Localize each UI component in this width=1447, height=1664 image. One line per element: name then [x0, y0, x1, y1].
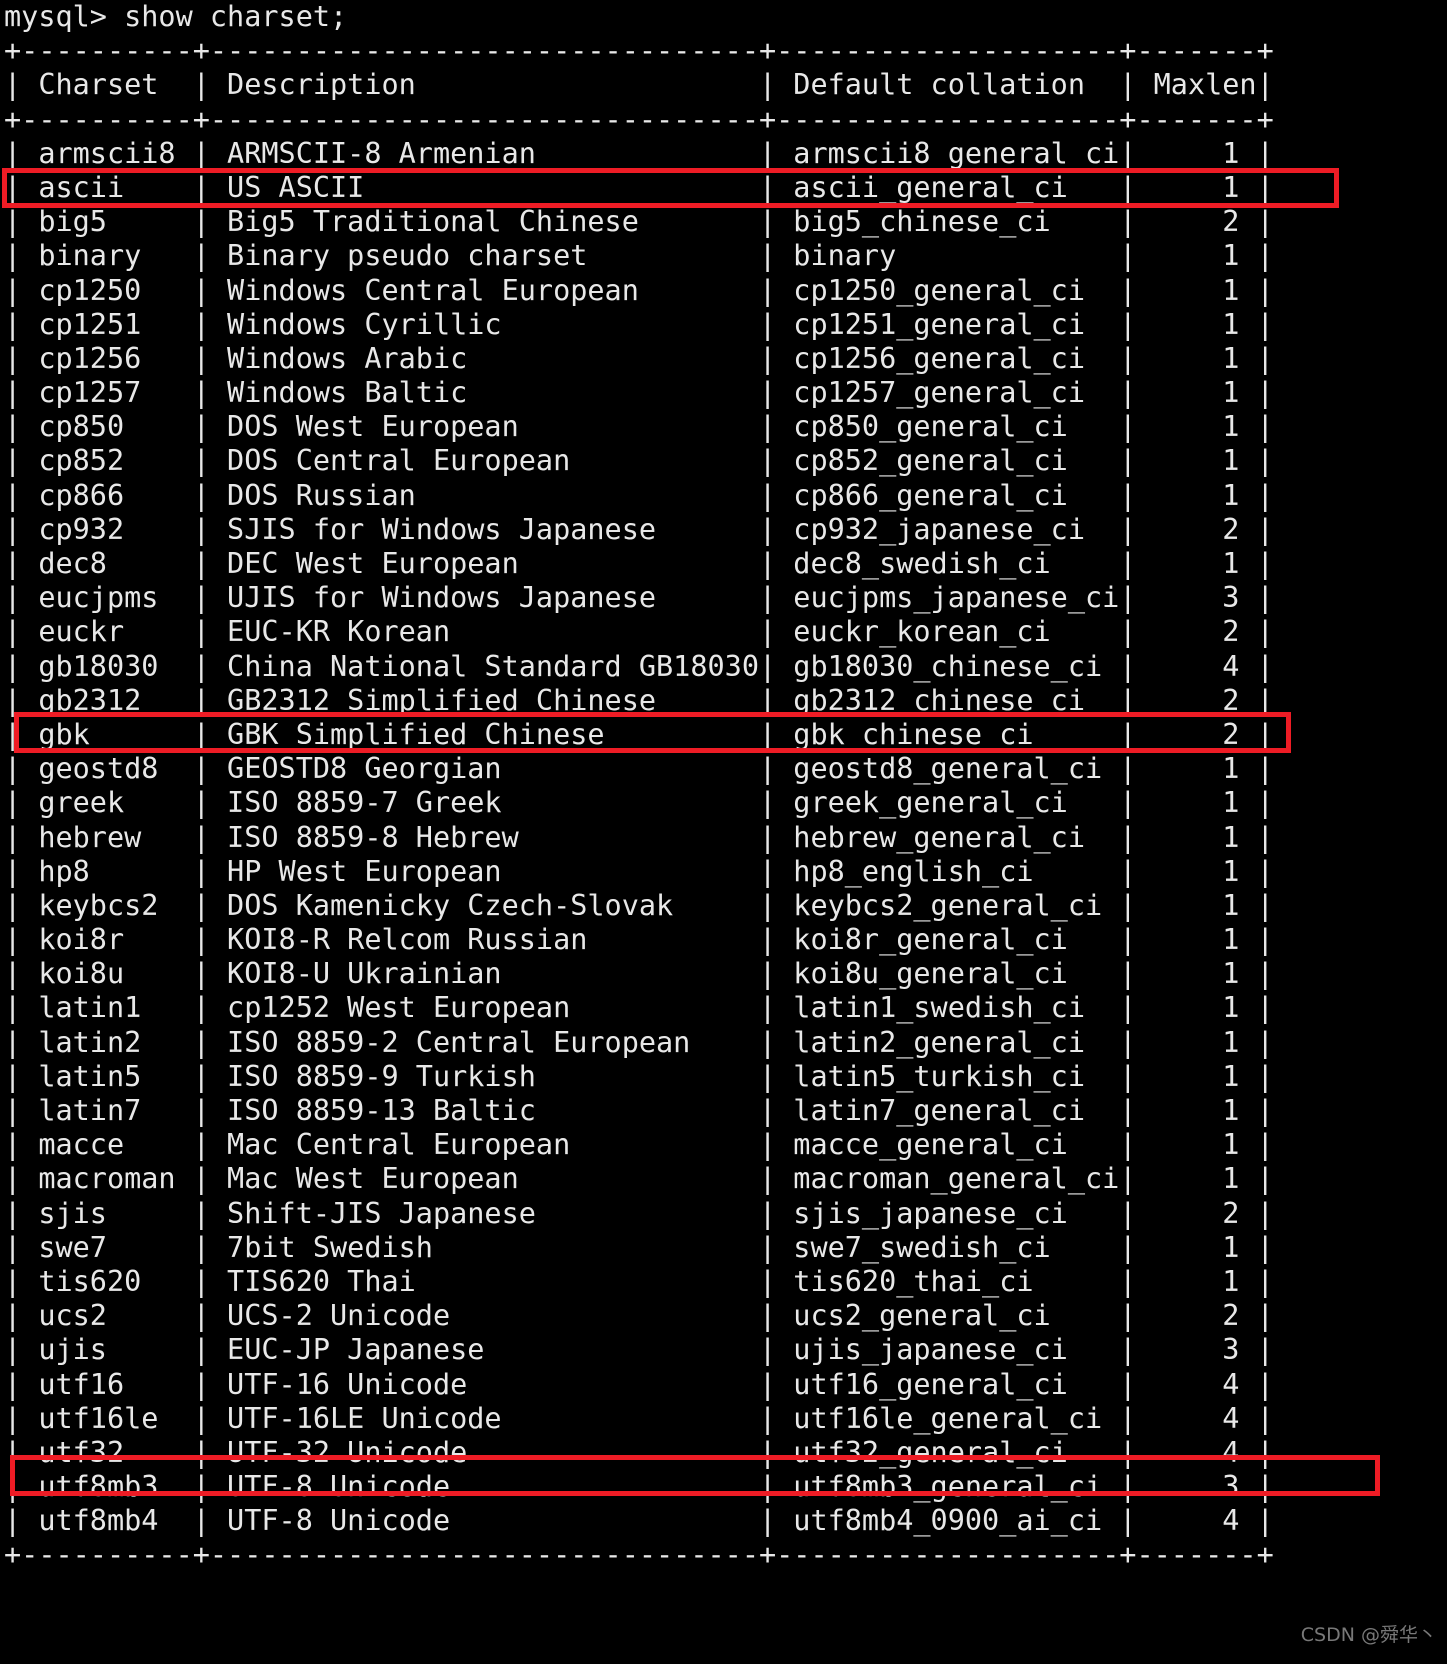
- table-row: | utf8mb4 | UTF-8 Unicode | utf8mb4_0900…: [4, 1504, 1274, 1538]
- csdn-watermark: CSDN @舜华丶: [1300, 1623, 1437, 1646]
- table-row: | macce | Mac Central European | macce_g…: [4, 1128, 1274, 1162]
- table-rule-bottom: +----------+----------------------------…: [4, 1538, 1274, 1572]
- table-row: | eucjpms | UJIS for Windows Japanese | …: [4, 581, 1274, 615]
- table-row: | cp1256 | Windows Arabic | cp1256_gener…: [4, 341, 1274, 375]
- table-row: | armscii8 | ARMSCII-8 Armenian | armsci…: [4, 136, 1274, 170]
- table-row: | cp866 | DOS Russian | cp866_general_ci…: [4, 478, 1274, 512]
- table-row: | ujis | EUC-JP Japanese | ujis_japanese…: [4, 1333, 1274, 1367]
- table-rule-header: +----------+----------------------------…: [4, 102, 1274, 136]
- table-row: | swe7 | 7bit Swedish | swe7_swedish_ci …: [4, 1230, 1274, 1264]
- table-row: | binary | Binary pseudo charset | binar…: [4, 239, 1274, 273]
- terminal-window: mysql> show charset; +----------+-------…: [0, 0, 1447, 1664]
- table-row: | euckr | EUC-KR Korean | euckr_korean_c…: [4, 615, 1274, 649]
- table-row: | tis620 | TIS620 Thai | tis620_thai_ci …: [4, 1264, 1274, 1298]
- table-row: | ucs2 | UCS-2 Unicode | ucs2_general_ci…: [4, 1299, 1274, 1333]
- table-row: | utf16 | UTF-16 Unicode | utf16_general…: [4, 1367, 1274, 1401]
- table-row: | geostd8 | GEOSTD8 Georgian | geostd8_g…: [4, 752, 1274, 786]
- table-row: | keybcs2 | DOS Kamenicky Czech-Slovak |…: [4, 888, 1274, 922]
- table-header-row: | Charset | Description | Default collat…: [4, 68, 1274, 102]
- table-row: | koi8u | KOI8-U Ukrainian | koi8u_gener…: [4, 957, 1274, 991]
- table-row: | big5 | Big5 Traditional Chinese | big5…: [4, 205, 1274, 239]
- table-row: | cp852 | DOS Central European | cp852_g…: [4, 444, 1274, 478]
- table-row: | cp1251 | Windows Cyrillic | cp1251_gen…: [4, 307, 1274, 341]
- table-row: | latin2 | ISO 8859-2 Central European |…: [4, 1025, 1274, 1059]
- table-rule-top: +----------+----------------------------…: [4, 34, 1274, 68]
- table-row: | koi8r | KOI8-R Relcom Russian | koi8r_…: [4, 923, 1274, 957]
- table-row: | dec8 | DEC West European | dec8_swedis…: [4, 547, 1274, 580]
- table-row: | cp1250 | Windows Central European | cp…: [4, 273, 1274, 307]
- table-row: | greek | ISO 8859-7 Greek | greek_gener…: [4, 786, 1274, 820]
- table-row: | hp8 | HP West European | hp8_english_c…: [4, 854, 1274, 888]
- table-row: | latin1 | cp1252 West European | latin1…: [4, 991, 1274, 1025]
- table-row: | utf8mb3 | UTF-8 Unicode | utf8mb3_gene…: [4, 1470, 1274, 1504]
- table-row: | cp1257 | Windows Baltic | cp1257_gener…: [4, 376, 1274, 410]
- mysql-prompt-line: mysql> show charset;: [4, 0, 348, 33]
- table-row: | sjis | Shift-JIS Japanese | sjis_japan…: [4, 1196, 1274, 1230]
- table-row: | latin5 | ISO 8859-9 Turkish | latin5_t…: [4, 1059, 1274, 1093]
- table-row: | macroman | Mac West European | macroma…: [4, 1162, 1274, 1196]
- table-row: | latin7 | ISO 8859-13 Baltic | latin7_g…: [4, 1094, 1274, 1127]
- table-row: | cp850 | DOS West European | cp850_gene…: [4, 410, 1274, 444]
- table-row: | cp932 | SJIS for Windows Japanese | cp…: [4, 512, 1274, 546]
- table-row: | ascii | US ASCII | ascii_general_ci | …: [4, 170, 1274, 204]
- table-row: | gb2312 | GB2312 Simplified Chinese | g…: [4, 683, 1274, 717]
- table-row: | utf32 | UTF-32 Unicode | utf32_general…: [4, 1435, 1274, 1469]
- table-row: | hebrew | ISO 8859-8 Hebrew | hebrew_ge…: [4, 820, 1274, 854]
- table-row: | utf16le | UTF-16LE Unicode | utf16le_g…: [4, 1401, 1274, 1435]
- table-row: | gb18030 | China National Standard GB18…: [4, 649, 1274, 683]
- charset-table: +----------+----------------------------…: [0, 34, 1447, 1572]
- table-row: | gbk | GBK Simplified Chinese | gbk_chi…: [4, 717, 1274, 751]
